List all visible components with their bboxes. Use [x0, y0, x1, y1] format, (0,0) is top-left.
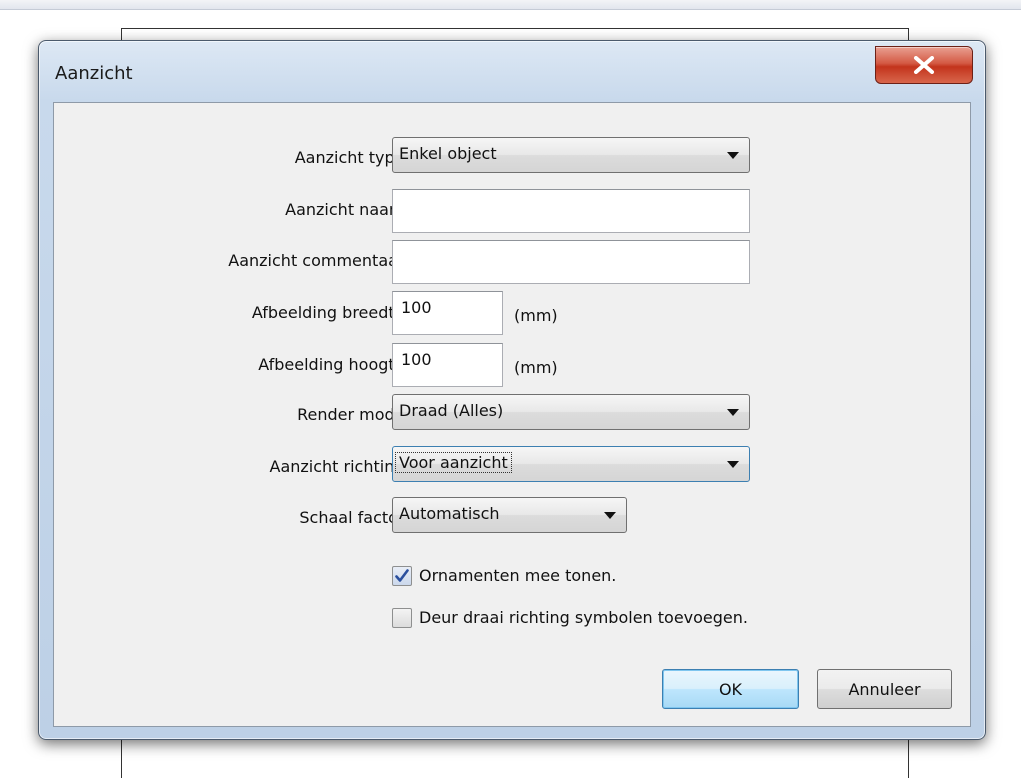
door-symbols-checkbox[interactable]: [392, 608, 412, 628]
show-ornaments-label[interactable]: Ornamenten mee tonen.: [419, 566, 616, 585]
view-comment-input[interactable]: [392, 240, 750, 284]
view-name-input[interactable]: [392, 189, 750, 233]
checkmark-icon: [395, 569, 409, 582]
scale-factor-value: Automatisch: [399, 504, 500, 523]
image-width-unit: (mm): [514, 306, 558, 325]
image-width-input[interactable]: 100: [392, 291, 503, 335]
image-height-value: 100: [401, 350, 432, 369]
door-symbols-label[interactable]: Deur draai richting symbolen toevoegen.: [419, 608, 748, 627]
image-height-unit: (mm): [514, 358, 558, 377]
cancel-button[interactable]: Annuleer: [817, 669, 952, 709]
show-ornaments-checkbox[interactable]: [392, 566, 412, 586]
chevron-down-icon: [727, 409, 739, 416]
view-dialog: Aanzicht Aanzicht type = Enkel object Aa…: [38, 40, 986, 740]
background-line: [121, 28, 909, 29]
render-mode-select[interactable]: Draad (Alles): [392, 394, 750, 430]
chevron-down-icon: [727, 152, 739, 159]
close-button[interactable]: [875, 46, 973, 84]
close-icon: [914, 56, 934, 74]
image-width-value: 100: [401, 298, 432, 317]
background-top-band: [0, 0, 1021, 10]
render-mode-value: Draad (Alles): [399, 401, 504, 420]
chevron-down-icon: [727, 461, 739, 468]
view-direction-value: Voor aanzicht: [395, 452, 512, 473]
dialog-title: Aanzicht: [55, 63, 133, 84]
image-height-input[interactable]: 100: [392, 343, 503, 387]
view-type-select[interactable]: Enkel object: [392, 137, 750, 173]
view-direction-select[interactable]: Voor aanzicht: [392, 446, 750, 482]
scale-factor-select[interactable]: Automatisch: [392, 497, 627, 533]
dialog-body: Aanzicht type = Enkel object Aanzicht na…: [53, 102, 971, 727]
chevron-down-icon: [604, 512, 616, 519]
ok-button[interactable]: OK: [662, 669, 799, 709]
view-type-value: Enkel object: [399, 144, 497, 163]
